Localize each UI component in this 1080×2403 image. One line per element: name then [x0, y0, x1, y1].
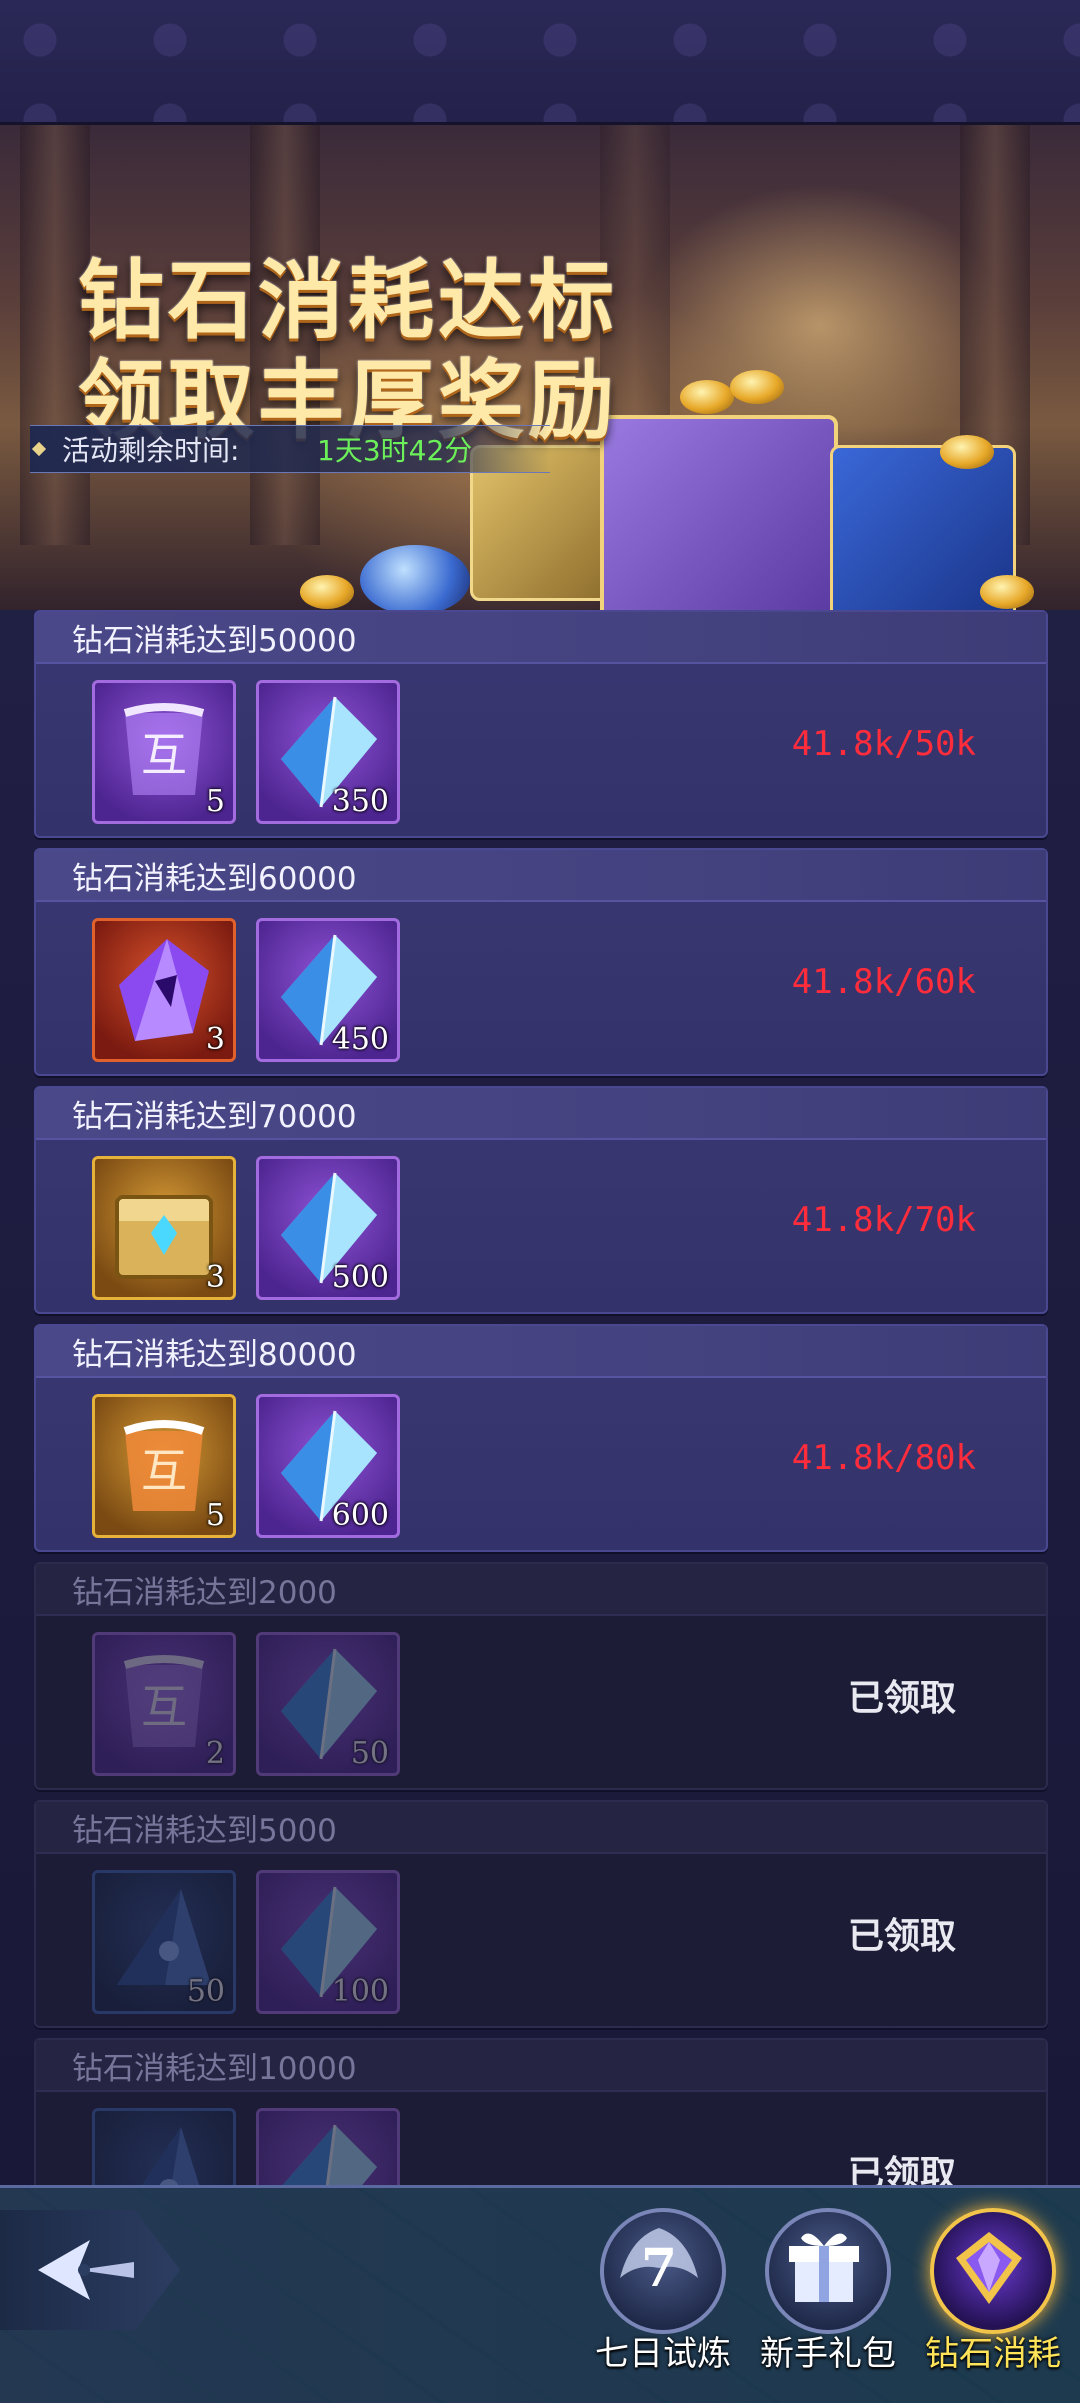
- claimed-status: 已领取: [847, 1678, 956, 1719]
- reward-quantity: 5: [205, 1498, 225, 1533]
- task-title: 钻石消耗达到5000: [36, 1802, 1046, 1854]
- back-button[interactable]: [0, 2210, 180, 2330]
- timer-value: 1天3时42分: [317, 434, 473, 467]
- reward-quantity: 350: [331, 784, 389, 819]
- blue-diamond-reward[interactable]: [256, 2108, 400, 2185]
- task-card[interactable]: 钻石消耗达到5000 50 100 已领取: [34, 1800, 1048, 2028]
- gold-coin-icon: [680, 380, 734, 414]
- svg-text:互: 互: [141, 1444, 187, 1498]
- task-card[interactable]: 钻石消耗达到70000 3 500 41.8k/70k: [34, 1086, 1048, 1314]
- task-card[interactable]: 钻石消耗达到10000 已领取: [34, 2038, 1048, 2185]
- treasure-chest-icon: [600, 415, 838, 623]
- reward-quantity: 5: [205, 784, 225, 819]
- blue-shard-reward[interactable]: 50: [92, 1870, 236, 2014]
- purple-crystal-reward[interactable]: 3: [92, 918, 236, 1062]
- gold-coin-icon: [730, 370, 784, 404]
- task-card[interactable]: 钻石消耗达到80000 互 5 600 41.8k/80k: [34, 1324, 1048, 1552]
- reward-quantity: 500: [331, 1260, 389, 1295]
- reward-items: [92, 2108, 400, 2185]
- reward-items: 互 5 600: [92, 1394, 400, 1538]
- progress-text: 41.8k/50k: [791, 724, 976, 764]
- blue-diamond-reward[interactable]: 450: [256, 918, 400, 1062]
- reward-items: 3 500: [92, 1156, 400, 1300]
- blue-gem-icon: [360, 545, 470, 615]
- event-banner: 钻石消耗达标 领取丰厚奖励 活动剩余时间: 1天3时42分: [0, 125, 1080, 625]
- tab-newbie-gift[interactable]: 新手礼包: [748, 2208, 908, 2375]
- claimed-status: 已领取: [847, 1916, 956, 1957]
- event-timer: 活动剩余时间: 1天3时42分: [30, 425, 550, 473]
- reward-task-list[interactable]: 钻石消耗达到50000 互 5 350 41.8k/50k 钻石消耗达到60000 3 450…: [0, 610, 1080, 2185]
- reward-items: 互 5 350: [92, 680, 400, 824]
- progress-text: 41.8k/60k: [791, 962, 976, 1002]
- reward-items: 3 450: [92, 918, 400, 1062]
- reward-items: 50 100: [92, 1870, 400, 2014]
- progress-text: 41.8k/80k: [791, 1438, 976, 1478]
- task-title: 钻石消耗达到10000: [36, 2040, 1046, 2092]
- reward-quantity: 50: [350, 1736, 389, 1771]
- seven-day-trial-icon: 7: [600, 2208, 726, 2334]
- gift-box-icon: [765, 2208, 891, 2334]
- task-title: 钻石消耗达到60000: [36, 850, 1046, 902]
- progress-text: 41.8k/70k: [791, 1200, 976, 1240]
- diamond-bullet-icon: [31, 441, 47, 457]
- blue-diamond-reward[interactable]: 500: [256, 1156, 400, 1300]
- tab-seven-day-trial[interactable]: 7 七日试炼: [583, 2208, 743, 2375]
- purple-scroll-reward[interactable]: 互5: [92, 680, 236, 824]
- blue-shard-reward[interactable]: [92, 2108, 236, 2185]
- reward-quantity: 100: [331, 1974, 389, 2009]
- gold-coin-icon: [980, 575, 1034, 609]
- diamond-consume-icon: [930, 2208, 1056, 2334]
- task-card[interactable]: 钻石消耗达到50000 互 5 350 41.8k/50k: [34, 610, 1048, 838]
- reward-quantity: 50: [186, 1974, 225, 2009]
- reward-quantity: 2: [205, 1736, 225, 1771]
- svg-text:互: 互: [141, 1680, 187, 1734]
- reward-items: 互 2 50: [92, 1632, 400, 1776]
- task-title: 钻石消耗达到80000: [36, 1326, 1046, 1378]
- bottom-nav: 7 七日试炼 新手礼包 钻石消耗: [0, 2185, 1080, 2403]
- gold-coin-icon: [940, 435, 994, 469]
- svg-text:互: 互: [141, 728, 187, 782]
- reward-quantity: 600: [331, 1498, 389, 1533]
- task-card[interactable]: 钻石消耗达到60000 3 450 41.8k/60k: [34, 848, 1048, 1076]
- task-title: 钻石消耗达到70000: [36, 1088, 1046, 1140]
- gold-scroll-reward[interactable]: 互5: [92, 1394, 236, 1538]
- task-card[interactable]: 钻石消耗达到2000 互 2 50 已领取: [34, 1562, 1048, 1790]
- seven-badge-text: 7: [641, 2238, 677, 2299]
- purple-scroll-reward[interactable]: 互2: [92, 1632, 236, 1776]
- task-title: 钻石消耗达到50000: [36, 612, 1046, 664]
- reward-quantity: 450: [331, 1022, 389, 1057]
- back-arrow-icon: [38, 2240, 134, 2300]
- blue-diamond-reward[interactable]: 600: [256, 1394, 400, 1538]
- gold-coin-icon: [300, 575, 354, 609]
- top-bar: [0, 0, 1080, 125]
- blue-diamond-reward[interactable]: 50: [256, 1632, 400, 1776]
- blue-diamond-reward[interactable]: 100: [256, 1870, 400, 2014]
- blue-diamond-reward[interactable]: 350: [256, 680, 400, 824]
- golden-chest-reward[interactable]: 3: [92, 1156, 236, 1300]
- timer-label: 活动剩余时间:: [62, 434, 240, 467]
- task-title: 钻石消耗达到2000: [36, 1564, 1046, 1616]
- reward-quantity: 3: [205, 1022, 225, 1057]
- tab-diamond-consume[interactable]: 钻石消耗: [913, 2208, 1073, 2375]
- reward-quantity: 3: [205, 1260, 225, 1295]
- claimed-status: 已领取: [847, 2154, 956, 2185]
